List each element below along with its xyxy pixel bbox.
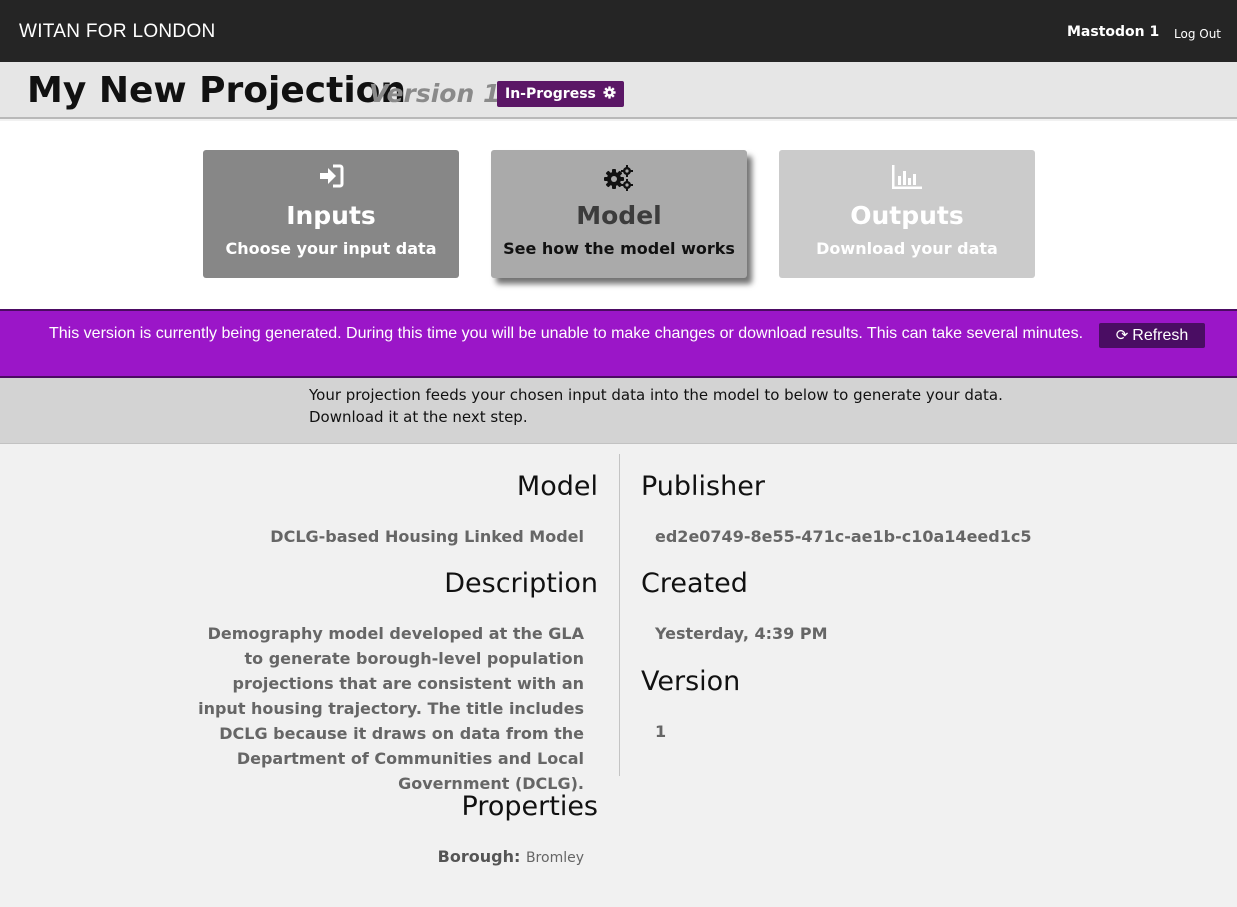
- inputs-step-card[interactable]: Inputs Choose your input data: [203, 150, 459, 278]
- property-row: Borough: Bromley: [438, 847, 584, 866]
- property-value: Bromley: [525, 850, 584, 866]
- model-details: Model DCLG-based Housing Linked Model De…: [0, 445, 1237, 907]
- brand-logo-text[interactable]: WITAN FOR LONDON: [19, 21, 216, 43]
- bar-chart-icon: [779, 164, 1035, 189]
- info-line-1: Your projection feeds your chosen input …: [309, 386, 1003, 404]
- cogs-icon: [491, 164, 747, 191]
- column-divider: [619, 454, 620, 776]
- description-heading: Description: [444, 568, 598, 599]
- outputs-card-subtitle: Download your data: [816, 239, 998, 258]
- model-step-card[interactable]: Model See how the model works: [491, 150, 747, 278]
- sign-in-icon: [203, 164, 459, 188]
- version-heading: Version: [641, 666, 741, 697]
- property-key: Borough:: [437, 847, 521, 866]
- inputs-card-subtitle: Choose your input data: [225, 239, 437, 258]
- publisher-value: ed2e0749-8e55-471c-ae1b-c10a14eed1c5: [655, 527, 1032, 546]
- model-card-subtitle: See how the model works: [503, 239, 735, 258]
- title-bar: My New Projection Version 1 In-Progress: [0, 62, 1237, 119]
- model-value: DCLG-based Housing Linked Model: [270, 527, 584, 546]
- workflow-nav: Inputs Choose your input data Model See …: [0, 121, 1237, 309]
- version-label: Version 1: [369, 79, 501, 108]
- outputs-step-card[interactable]: Outputs Download your data: [779, 150, 1035, 278]
- refresh-button[interactable]: ⟳ Refresh: [1099, 323, 1205, 348]
- page-title: My New Projection: [27, 70, 407, 111]
- model-card-title: Model: [576, 201, 662, 230]
- refresh-icon: ⟳: [1115, 327, 1129, 344]
- inputs-card-title: Inputs: [286, 201, 376, 230]
- user-name-link[interactable]: Mastodon 1: [1067, 24, 1159, 40]
- publisher-heading: Publisher: [641, 471, 765, 502]
- status-badge: In-Progress: [497, 81, 624, 107]
- model-heading: Model: [516, 471, 598, 502]
- refresh-label: Refresh: [1132, 327, 1189, 344]
- generating-message: This version is currently being generate…: [49, 325, 1084, 342]
- status-badge-label: In-Progress: [505, 86, 596, 102]
- gear-icon: [603, 86, 616, 99]
- logout-link[interactable]: Log Out: [1174, 27, 1221, 41]
- description-value: Demography model developed at the GLA to…: [198, 624, 584, 793]
- top-navbar: WITAN FOR LONDON Mastodon 1 Log Out: [0, 0, 1237, 62]
- created-value: Yesterday, 4:39 PM: [655, 624, 828, 643]
- generating-alert-banner: This version is currently being generate…: [0, 309, 1237, 378]
- outputs-card-title: Outputs: [850, 201, 964, 230]
- created-heading: Created: [641, 568, 748, 599]
- properties-heading: Properties: [461, 791, 598, 822]
- info-line-2: Download it at the next step.: [309, 408, 528, 426]
- version-value: 1: [655, 722, 667, 741]
- model-info-band: Your projection feeds your chosen input …: [0, 378, 1237, 444]
